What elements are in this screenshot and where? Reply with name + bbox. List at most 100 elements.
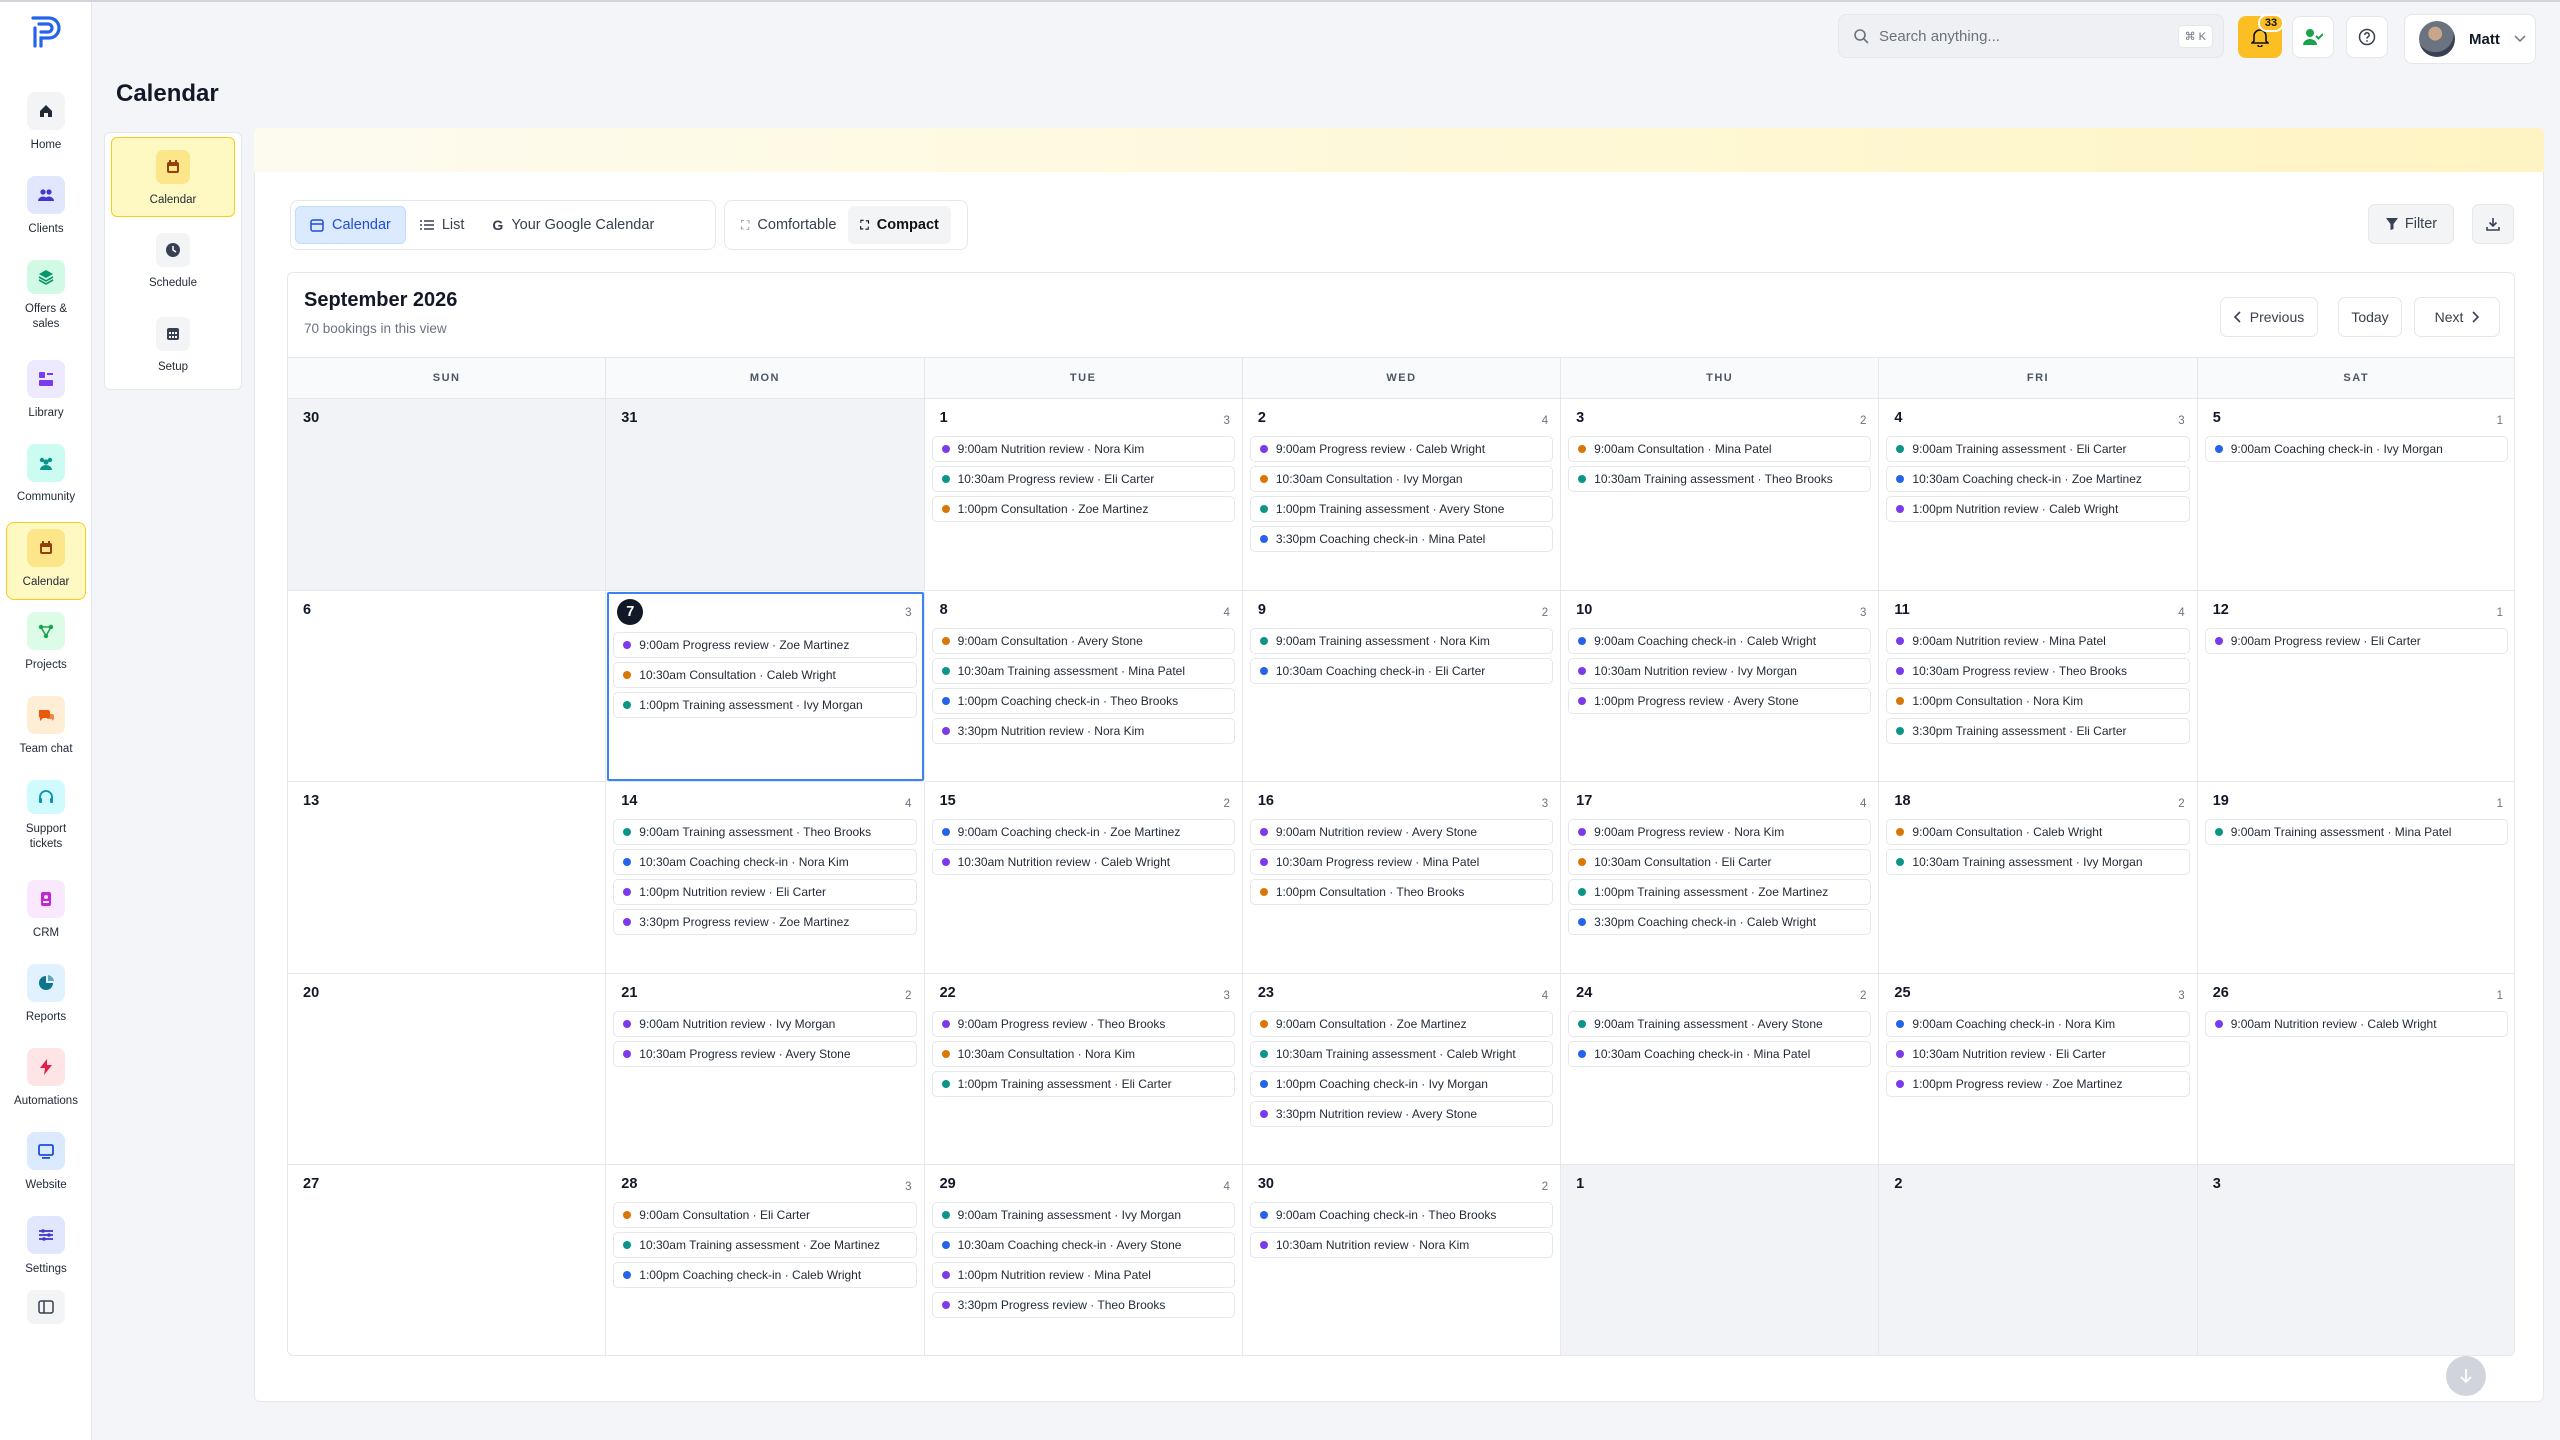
day-cell[interactable]: 13 [288,782,607,974]
day-cell[interactable]: 6 [288,590,607,783]
sidebar-item-website[interactable]: Website [6,1126,86,1204]
event-chip[interactable]: 1:00pm Training assessment · Zoe Martine… [1568,879,1872,906]
event-chip[interactable]: 9:00am Coaching check-in · Theo Brooks [1249,1202,1554,1229]
event-chip[interactable]: 9:00am Consultation · Zoe Martinez [1249,1010,1554,1037]
sidebar-item-support-tickets[interactable]: Support tickets [6,774,86,852]
event-chip[interactable]: 10:30am Nutrition review · Eli Carter [1886,1040,2190,1067]
event-chip[interactable]: 3:30pm Progress review · Theo Brooks [931,1292,1235,1319]
sidebar-item-team-chat[interactable]: Team chat [6,690,86,768]
day-cell[interactable]: 11 4 9:00am Nutrition review · Mina Patel 1… [1879,590,2198,783]
event-chip[interactable]: 1:00pm Coaching check-in · Ivy Morgan [1249,1070,1554,1097]
day-cell[interactable]: 9 2 9:00am Training assessment · Nora Kim 1… [1242,590,1562,783]
sidebar-item-offers-sales[interactable]: Offers & sales [6,254,86,332]
sidebar-item-library[interactable]: Library [6,354,86,432]
day-cell[interactable]: 25 3 9:00am Coaching check-in · Nora Kim 10… [1879,973,2198,1166]
event-chip[interactable]: 1:00pm Consultation · Theo Brooks [1249,879,1554,906]
event-chip[interactable]: 10:30am Progress review · Mina Patel [1249,849,1554,876]
day-cell[interactable]: 26 1 9:00am Nutrition review · Caleb Wrigh… [2197,974,2514,1166]
event-chip[interactable]: 3:30pm Progress review · Zoe Martinez [613,909,917,936]
event-chip[interactable]: 10:30am Coaching check-in · Nora Kim [613,849,917,876]
filter-button[interactable]: Filter [2368,204,2454,244]
subnav-item-setup[interactable]: Setup [111,305,235,385]
event-chip[interactable]: 10:30am Progress review · Avery Stone [613,1040,917,1067]
today-button[interactable]: Today [2338,297,2402,337]
event-chip[interactable]: 10:30am Nutrition review · Nora Kim [1249,1232,1554,1259]
sidebar-item-home[interactable]: Home [6,86,86,164]
event-chip[interactable]: 10:30am Nutrition review · Ivy Morgan [1568,657,1872,684]
event-chip[interactable]: 9:00am Nutrition review · Caleb Wright [2204,1010,2508,1037]
event-chip[interactable]: 3:30pm Coaching check-in · Caleb Wright [1568,909,1872,936]
day-cell[interactable]: 28 3 9:00am Consultation · Eli Carter 10:30… [606,1165,925,1355]
event-chip[interactable]: 9:00am Nutrition review · Mina Patel [1886,627,2190,654]
download-button[interactable] [2472,204,2514,244]
event-chip[interactable]: 10:30am Consultation · Nora Kim [931,1040,1235,1067]
search-input[interactable] [1879,27,2149,45]
event-chip[interactable]: 10:30am Progress review · Eli Carter [931,466,1235,492]
day-cell[interactable]: 4 3 9:00am Training assessment · Eli Carte… [1879,399,2198,591]
day-cell[interactable]: 30 2 9:00am Coaching check-in · Theo Brook… [1243,1165,1562,1355]
day-cell[interactable]: 22 3 9:00am Progress review · Theo Brooks 1… [924,973,1243,1166]
day-cell[interactable]: 19 1 9:00am Training assessment · Mina Pat… [2197,782,2514,974]
event-chip[interactable]: 9:00am Progress review · Eli Carter [2204,627,2508,654]
event-chip[interactable]: 9:00am Progress review · Nora Kim [1568,819,1872,846]
event-chip[interactable]: 1:00pm Consultation · Zoe Martinez [931,496,1235,522]
event-chip[interactable]: 1:00pm Nutrition review · Eli Carter [613,879,917,906]
day-cell[interactable]: 14 4 9:00am Training assessment · Theo Bro… [606,782,925,974]
event-chip[interactable]: 1:00pm Nutrition review · Caleb Wright [1886,496,2190,522]
day-cell[interactable]: 17 4 9:00am Progress review · Nora Kim 10:3… [1561,782,1880,974]
event-chip[interactable]: 1:00pm Coaching check-in · Caleb Wright [613,1262,917,1289]
event-chip[interactable]: 3:30pm Nutrition review · Nora Kim [931,717,1235,744]
event-chip[interactable]: 1:00pm Training assessment · Avery Stone [1249,496,1554,522]
day-cell-today[interactable]: 7 3 9:00am Progress review · Zoe Martinez 1… [606,590,925,783]
event-chip[interactable]: 1:00pm Coaching check-in · Theo Brooks [931,687,1235,714]
day-cell[interactable]: 18 2 9:00am Consultation · Caleb Wright 10:… [1879,782,2198,974]
event-chip[interactable]: 10:30am Coaching check-in · Mina Patel [1568,1040,1872,1067]
event-chip[interactable]: 9:00am Training assessment · Ivy Morgan [931,1202,1235,1229]
event-chip[interactable]: 10:30am Training assessment · Ivy Morgan [1886,849,2190,876]
collapse-sidebar-icon[interactable] [27,1290,65,1324]
event-chip[interactable]: 10:30am Training assessment · Zoe Martin… [613,1232,917,1259]
event-chip[interactable]: 10:30am Training assessment · Caleb Wrig… [1249,1040,1554,1067]
event-chip[interactable]: 1:00pm Training assessment · Ivy Morgan [613,691,917,718]
event-chip[interactable]: 10:30am Consultation · Caleb Wright [613,661,917,688]
day-cell[interactable]: 8 4 9:00am Consultation · Avery Stone 10:30… [924,590,1243,783]
event-chip[interactable]: 9:00am Consultation · Caleb Wright [1886,819,2190,846]
event-chip[interactable]: 1:00pm Progress review · Avery Stone [1568,687,1872,714]
subnav-item-schedule[interactable]: Schedule [111,221,235,301]
event-chip[interactable]: 9:00am Training assessment · Mina Patel [2204,819,2508,846]
event-chip[interactable]: 1:00pm Consultation · Nora Kim [1886,687,2190,714]
day-cell[interactable]: 30 [288,399,607,591]
user-menu[interactable]: Matt [2404,14,2536,64]
event-chip[interactable]: 9:00am Nutrition review · Ivy Morgan [613,1010,917,1037]
event-chip[interactable]: 10:30am Coaching check-in · Avery Stone [931,1232,1235,1259]
day-cell[interactable]: 15 2 9:00am Coaching check-in · Zoe Martin… [924,782,1243,974]
day-cell[interactable]: 3 2 9:00am Consultation · Mina Patel 10:30a… [1561,399,1880,591]
event-chip[interactable]: 10:30am Training assessment · Theo Brook… [1568,466,1872,492]
event-chip[interactable]: 9:00am Coaching check-in · Nora Kim [1886,1010,2190,1037]
event-chip[interactable]: 9:00am Training assessment · Avery Stone [1568,1010,1872,1037]
day-cell[interactable]: 29 4 9:00am Training assessment · Ivy Morg… [925,1165,1243,1355]
event-chip[interactable]: 1:00pm Nutrition review · Mina Patel [931,1262,1235,1289]
add-contact-button[interactable] [2292,16,2334,58]
density-comfortable[interactable]: ⛶ Comfortable [729,206,848,244]
previous-month-button[interactable]: Previous [2220,297,2318,337]
sidebar-item-settings[interactable]: Settings [6,1210,86,1288]
event-chip[interactable]: 9:00am Progress review · Zoe Martinez [613,631,917,658]
sidebar-item-reports[interactable]: Reports [6,958,86,1036]
day-cell[interactable]: 1 3 9:00am Nutrition review · Nora Kim 10:3… [924,399,1243,591]
event-chip[interactable]: 3:30pm Nutrition review · Avery Stone [1249,1100,1554,1127]
density-compact[interactable]: ⛶ Compact [848,206,951,244]
sidebar-item-crm[interactable]: CRM [6,874,86,952]
event-chip[interactable]: 9:00am Consultation · Eli Carter [613,1202,917,1229]
day-cell[interactable]: 24 2 9:00am Training assessment · Avery St… [1561,973,1880,1166]
subnav-item-calendar[interactable]: Calendar [111,137,235,217]
event-chip[interactable]: 9:00am Nutrition review · Avery Stone [1249,819,1554,846]
sidebar-item-community[interactable]: Community [6,438,86,516]
event-chip[interactable]: 9:00am Nutrition review · Nora Kim [931,436,1235,462]
event-chip[interactable]: 3:30pm Training assessment · Eli Carter [1886,717,2190,744]
sidebar-item-automations[interactable]: Automations [6,1042,86,1120]
day-cell[interactable]: 1 [1561,1165,1880,1355]
event-chip[interactable]: 3:30pm Coaching check-in · Mina Patel [1249,526,1554,552]
sidebar-item-calendar[interactable]: Calendar [6,522,86,600]
event-chip[interactable]: 9:00am Training assessment · Theo Brooks [613,819,917,846]
